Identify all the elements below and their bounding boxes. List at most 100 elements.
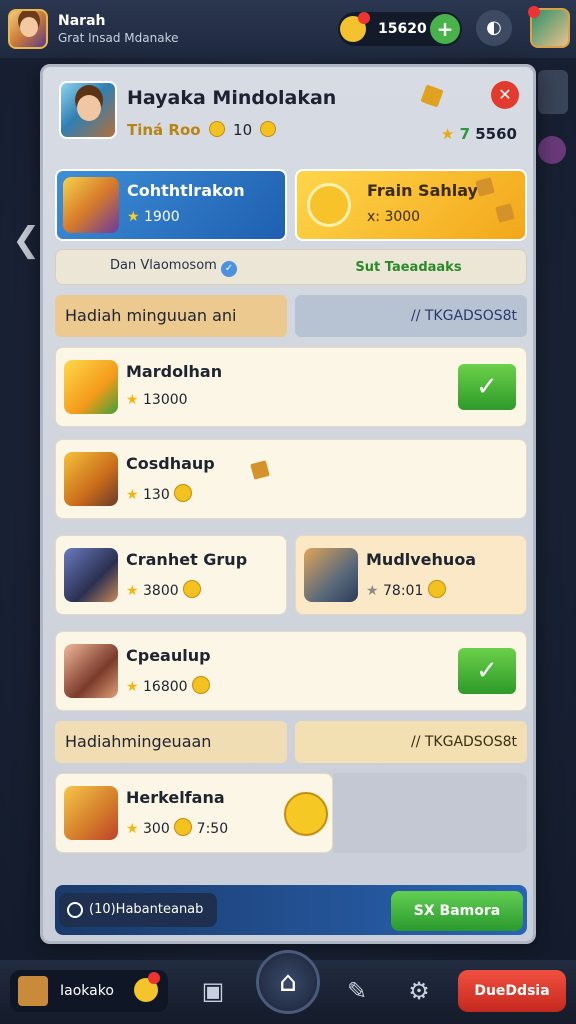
reward-row[interactable]: Herkelfana ★ 300 7:50 xyxy=(55,773,333,853)
nav-play-button[interactable]: DueDdsia xyxy=(458,970,566,1012)
tools-icon[interactable]: ✎ xyxy=(340,974,374,1008)
bottom-action-bar: (10)Habanteanab SX Bamora xyxy=(55,885,527,935)
gear-icon[interactable]: ⚙ xyxy=(402,974,436,1008)
panel-score: ★ 7 5560 xyxy=(441,125,517,143)
robot-icon xyxy=(304,548,358,602)
reward-value-text: 13000 xyxy=(143,392,188,408)
score-value: 5560 xyxy=(475,125,517,143)
notification-dot xyxy=(358,12,370,24)
side-card[interactable] xyxy=(538,70,568,114)
gold-cube-icon xyxy=(495,203,515,223)
crate-icon xyxy=(18,976,48,1006)
feature-title: Frain Sahlay xyxy=(367,181,478,200)
gold-cube-icon xyxy=(420,84,444,108)
star-icon: ★ xyxy=(440,125,455,143)
globe-field[interactable]: (10)Habanteanab xyxy=(59,893,217,927)
coin-icon xyxy=(208,121,225,137)
feature-card-gold[interactable]: Frain Sahlay x: 3000 xyxy=(295,169,527,241)
verified-icon: ✓ xyxy=(220,260,237,277)
feature-value-text: 1900 xyxy=(144,209,180,225)
reward-value: ★ 13000 xyxy=(126,392,188,408)
section-code[interactable]: // TKGADSOS8t xyxy=(295,721,527,763)
reward-title: Mardolhan xyxy=(126,362,223,381)
reward-value-text: 16800 xyxy=(143,679,188,695)
subtitle-label: Tiná Roo xyxy=(127,121,201,139)
claim-button[interactable]: ✓ xyxy=(458,648,516,694)
coin-icon xyxy=(427,580,446,598)
hero-icon xyxy=(63,177,119,233)
reward-value-text: 300 xyxy=(143,821,170,837)
rewards-panel: Hayaka Mindolakan Tiná Roo 10 ✕ ★ 7 5560… xyxy=(40,64,536,944)
chick-currency-icon xyxy=(340,12,370,42)
panel-subtitle: Tiná Roo 10 xyxy=(127,121,279,139)
smiley-coin-icon xyxy=(284,792,328,836)
notification-dot xyxy=(148,972,160,984)
feature-value: ★ 1900 xyxy=(127,209,180,225)
player-avatar[interactable] xyxy=(8,9,48,49)
reward-value-text: 130 xyxy=(143,487,170,503)
coin-icon xyxy=(174,818,193,836)
star-icon: ★ xyxy=(127,209,140,225)
reward-value: ★ 78:01 xyxy=(366,580,446,599)
reward-value-secondary: 7:50 xyxy=(196,821,229,837)
coin-icon xyxy=(174,484,193,502)
back-arrow-icon[interactable]: ❮ xyxy=(12,220,41,260)
reward-value-text: 3800 xyxy=(143,583,179,599)
globe-icon xyxy=(67,902,83,918)
reward-row[interactable]: Cosdhaup ★ 130 xyxy=(55,439,527,519)
player-subtitle: Grat Insad Mdanake xyxy=(58,31,179,45)
reward-value: ★ 3800 xyxy=(126,580,202,599)
reward-value: ★ 130 xyxy=(126,484,193,503)
notification-dot xyxy=(528,6,540,18)
add-currency-button[interactable]: + xyxy=(430,14,460,44)
close-button[interactable]: ✕ xyxy=(491,81,519,109)
star-icon: ★ xyxy=(126,392,139,408)
section-header: Hadiah minguuan ani xyxy=(55,295,287,337)
reward-title: Cranhet Grup xyxy=(126,550,248,569)
claim-button[interactable]: ✓ xyxy=(458,364,516,410)
reward-row[interactable]: Cranhet Grup ★ 3800 xyxy=(55,535,287,615)
star-icon: ★ xyxy=(126,487,139,503)
star-icon: ★ xyxy=(126,583,139,599)
feature-value: x: 3000 xyxy=(367,209,421,225)
confirm-button[interactable]: SX Bamora xyxy=(391,891,523,931)
info-left-text: Dan Vlaomosom xyxy=(110,257,217,273)
player-info: Narah Grat Insad Mdanake xyxy=(58,13,178,45)
reward-row[interactable]: Mudlvehuoa ★ 78:01 xyxy=(295,535,527,615)
panel-title: Hayaka Mindolakan xyxy=(127,87,337,109)
shop-icon[interactable]: ▣ xyxy=(196,974,230,1008)
feature-card-blue[interactable]: Cohthtlrakon ★ 1900 xyxy=(55,169,287,241)
panel-avatar xyxy=(59,81,117,139)
gold-coin-icon xyxy=(307,183,351,227)
currency-display: 15620 + xyxy=(338,12,462,46)
reward-value-text: 78:01 xyxy=(383,583,424,599)
bottom-nav: Iaokako ▣ ⌂ ✎ ⚙ DueDdsia xyxy=(0,950,576,1024)
reward-value: ★ 300 7:50 xyxy=(126,818,228,837)
currency-value: 15620 xyxy=(378,21,427,37)
empty-slot xyxy=(333,773,527,853)
friend-avatar[interactable] xyxy=(528,6,570,48)
reward-title: Cpeaulup xyxy=(126,646,211,665)
reward-row[interactable]: Mardolhan ★ 13000 ✓ xyxy=(55,347,527,427)
coin-icon xyxy=(183,580,202,598)
dog-icon xyxy=(64,360,118,414)
reward-title: Cosdhaup xyxy=(126,454,215,473)
section-header: Hadiahmingeuaan xyxy=(55,721,287,763)
coin-icon xyxy=(260,121,277,137)
pirate-icon xyxy=(64,548,118,602)
nav-inventory-button[interactable]: Iaokako xyxy=(10,970,168,1012)
camera-icon[interactable]: ◐ xyxy=(476,10,512,46)
gold-cube-icon xyxy=(250,460,270,480)
nav-inventory-label: Iaokako xyxy=(60,983,114,999)
side-button[interactable] xyxy=(538,136,566,164)
section-code[interactable]: // TKGADSOS8t xyxy=(295,295,527,337)
star-icon: ★ xyxy=(366,583,379,599)
gift-icon xyxy=(64,452,118,506)
reward-title: Herkelfana xyxy=(126,788,225,807)
home-button[interactable]: ⌂ xyxy=(256,950,320,1014)
reward-row[interactable]: Cpeaulup ★ 16800 ✓ xyxy=(55,631,527,711)
reward-title: Mudlvehuoa xyxy=(366,550,477,569)
player-name: Narah xyxy=(58,13,106,29)
character-icon xyxy=(64,644,118,698)
info-left: Dan Vlaomosom ✓ xyxy=(56,258,291,277)
